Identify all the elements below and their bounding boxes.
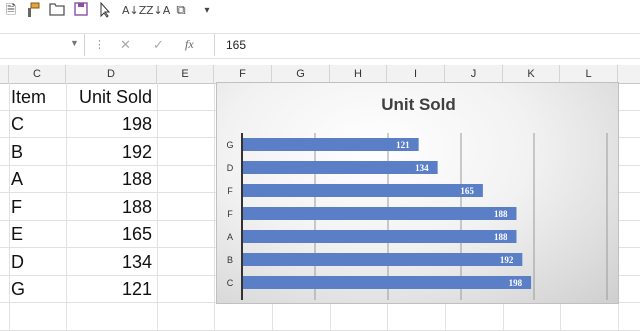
bar bbox=[242, 276, 532, 289]
cell-header-item[interactable]: Item bbox=[11, 84, 46, 111]
sort-descending-icon[interactable]: Z↓A bbox=[146, 2, 170, 20]
quick-access-toolbar: 🗎 A↓Z Z↓A ⧉ ▾ bbox=[0, 0, 640, 24]
bar bbox=[242, 230, 517, 243]
cell-item[interactable]: B bbox=[11, 139, 23, 166]
bar bbox=[242, 207, 517, 220]
category-label: F bbox=[227, 186, 233, 196]
data-label: 165 bbox=[460, 186, 474, 196]
category-label: C bbox=[227, 278, 234, 288]
column-header[interactable]: L bbox=[560, 65, 618, 83]
column-header[interactable]: I bbox=[387, 65, 445, 83]
compare-icon[interactable]: ⧉ bbox=[172, 2, 190, 20]
cell-item[interactable]: D bbox=[11, 249, 24, 276]
cell-item[interactable]: C bbox=[11, 111, 24, 138]
cell-item[interactable]: E bbox=[11, 221, 23, 248]
note-icon[interactable]: 🗎 bbox=[2, 2, 20, 20]
data-label: 188 bbox=[494, 209, 508, 219]
cell-unit[interactable]: 188 bbox=[68, 194, 152, 221]
formula-input[interactable] bbox=[214, 34, 640, 56]
bar bbox=[242, 184, 483, 197]
category-label: G bbox=[226, 140, 233, 150]
cell-unit[interactable]: 188 bbox=[68, 166, 152, 193]
chart-plot-area: 121 G 134 D 165 F 188 F 188 A 192 B 198 C bbox=[226, 133, 608, 300]
data-label: 134 bbox=[415, 163, 429, 173]
column-header[interactable]: D bbox=[66, 65, 157, 83]
chevron-down-icon[interactable]: ▼ bbox=[70, 38, 79, 48]
category-label: B bbox=[227, 255, 233, 265]
open-folder-icon[interactable] bbox=[48, 2, 66, 20]
cell-header-unit-sold[interactable]: Unit Sold bbox=[68, 84, 152, 111]
data-label: 188 bbox=[494, 232, 508, 242]
formula-bar: ▼ ⋮ ✕ ✓ fx 165 bbox=[0, 33, 640, 59]
format-painter-icon[interactable] bbox=[24, 2, 42, 20]
formula-value: 165 bbox=[226, 38, 247, 52]
enter-icon[interactable]: ✓ bbox=[153, 37, 164, 53]
bar bbox=[242, 253, 523, 266]
cell-item[interactable]: A bbox=[11, 166, 23, 193]
data-label: 198 bbox=[509, 278, 523, 288]
cell-item[interactable]: G bbox=[11, 276, 25, 303]
column-header[interactable]: H bbox=[330, 65, 387, 83]
cell-unit[interactable]: 192 bbox=[68, 139, 152, 166]
category-label: D bbox=[227, 163, 234, 173]
bar-chart[interactable]: Unit Sold 121 G 134 D 165 F 188 F 188 A 192 B 198 C bbox=[216, 82, 619, 304]
data-label: 192 bbox=[500, 255, 514, 265]
dropdown-icon[interactable]: ▾ bbox=[198, 2, 216, 20]
more-options-icon: ⋮ bbox=[94, 39, 105, 51]
column-header[interactable]: J bbox=[445, 65, 503, 83]
category-label: A bbox=[227, 232, 233, 242]
cell-unit[interactable]: 198 bbox=[68, 111, 152, 138]
cell-unit[interactable]: 134 bbox=[68, 249, 152, 276]
cancel-icon[interactable]: ✕ bbox=[120, 37, 131, 53]
bar bbox=[242, 138, 419, 151]
column-header[interactable]: C bbox=[9, 65, 66, 83]
cell-unit[interactable]: 121 bbox=[68, 276, 152, 303]
bar bbox=[242, 161, 438, 174]
column-header[interactable]: E bbox=[157, 65, 214, 83]
category-label: F bbox=[227, 209, 233, 219]
insert-function-button[interactable]: fx bbox=[185, 37, 194, 52]
column-header[interactable]: F bbox=[214, 65, 272, 83]
data-label: 121 bbox=[396, 140, 410, 150]
cell-item[interactable]: F bbox=[11, 194, 22, 221]
pointer-icon[interactable] bbox=[96, 1, 114, 20]
save-icon[interactable] bbox=[72, 2, 90, 20]
column-header[interactable]: G bbox=[272, 65, 330, 83]
cell-unit[interactable]: 165 bbox=[68, 221, 152, 248]
row-header-corner[interactable] bbox=[0, 65, 9, 83]
column-header[interactable]: K bbox=[503, 65, 560, 83]
sort-ascending-icon[interactable]: A↓Z bbox=[122, 2, 146, 20]
name-box[interactable]: ▼ bbox=[0, 34, 85, 56]
